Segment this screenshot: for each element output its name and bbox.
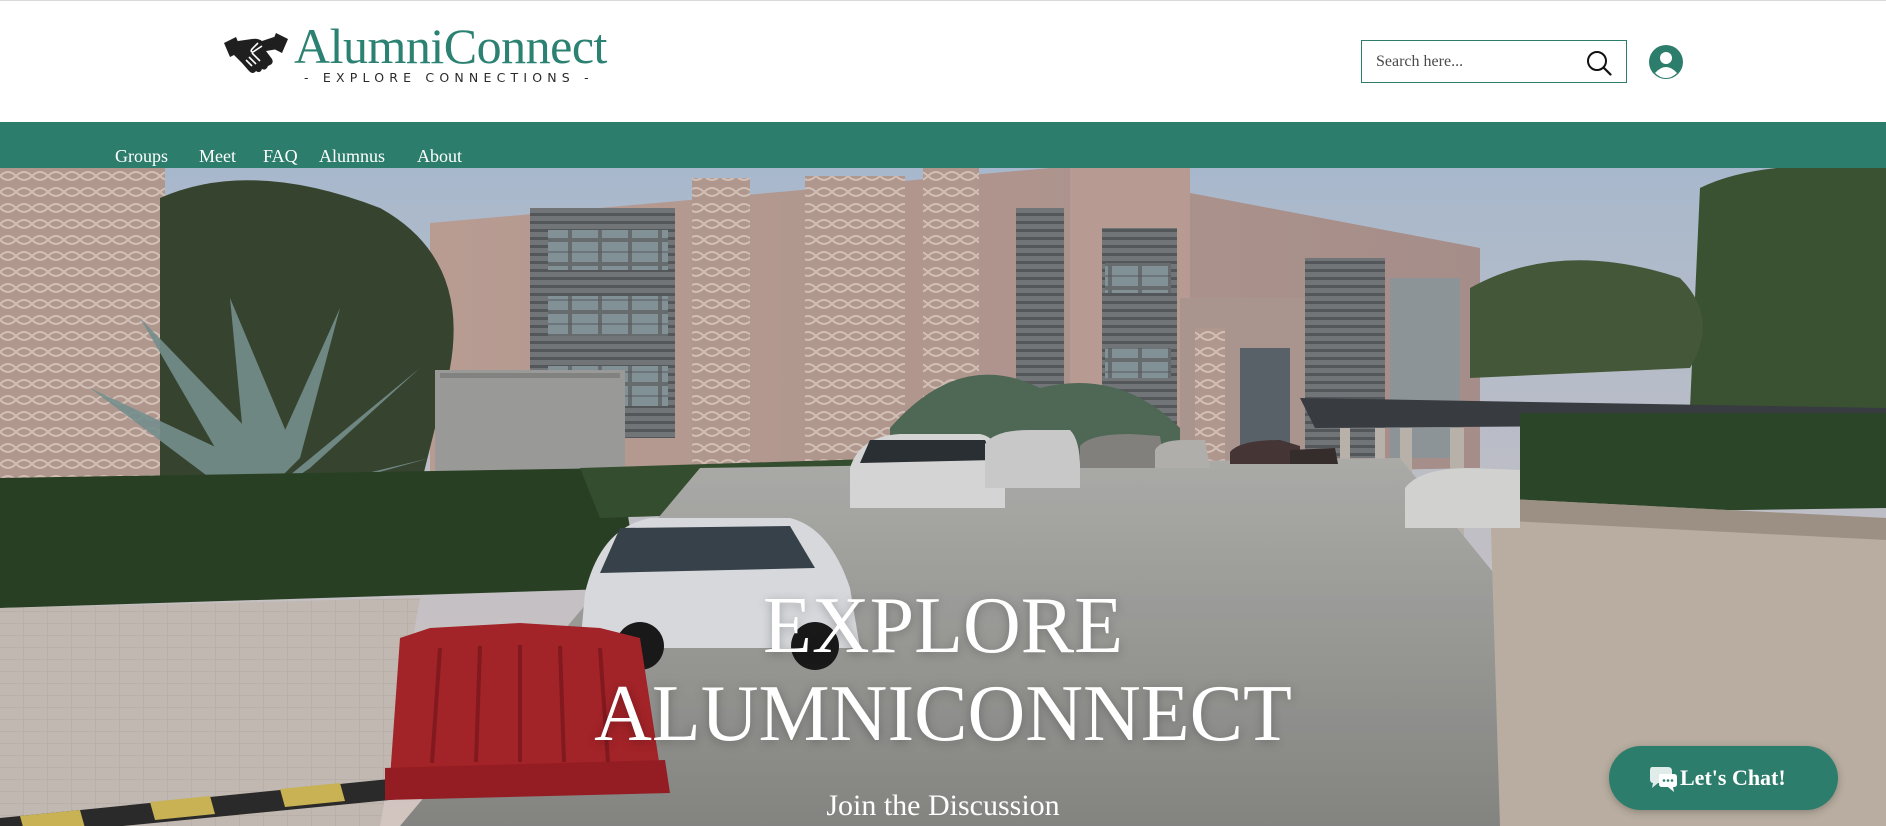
nav-item-meet[interactable]: Meet	[199, 147, 236, 165]
chat-bubbles-icon	[1650, 767, 1677, 792]
nav-item-about[interactable]: About	[417, 147, 462, 165]
chat-label: Let's Chat!	[1680, 765, 1786, 790]
site-logo[interactable]: AlumniConnect - EXPLORE CONNECTIONS -	[222, 19, 642, 91]
site-header: AlumniConnect - EXPLORE CONNECTIONS -	[0, 1, 1886, 122]
search-input[interactable]	[1376, 49, 1576, 75]
nav-item-faq[interactable]: FAQ	[263, 147, 298, 165]
user-account-icon[interactable]	[1648, 44, 1684, 80]
search-icon[interactable]	[1586, 50, 1612, 76]
handshake-icon	[224, 33, 288, 73]
lets-chat-button[interactable]: Let's Chat!	[1609, 746, 1838, 810]
main-nav: Groups Meet FAQ Alumnus About	[0, 122, 1886, 168]
hero-title: EXPLORE ALUMNICONNECT	[0, 582, 1886, 758]
hero-title-line1: EXPLORE	[763, 582, 1123, 670]
nav-item-groups[interactable]: Groups	[115, 147, 168, 165]
logo-title: AlumniConnect	[294, 18, 607, 74]
hero-section: EXPLORE ALUMNICONNECT Join the Discussio…	[0, 168, 1886, 826]
logo-tagline: - EXPLORE CONNECTIONS -	[304, 70, 594, 85]
hero-subtitle: Join the Discussion	[826, 789, 1060, 822]
hero-title-line2: ALUMNICONNECT	[594, 670, 1292, 758]
nav-item-alumnus[interactable]: Alumnus	[319, 147, 385, 165]
search-box	[1361, 40, 1627, 83]
